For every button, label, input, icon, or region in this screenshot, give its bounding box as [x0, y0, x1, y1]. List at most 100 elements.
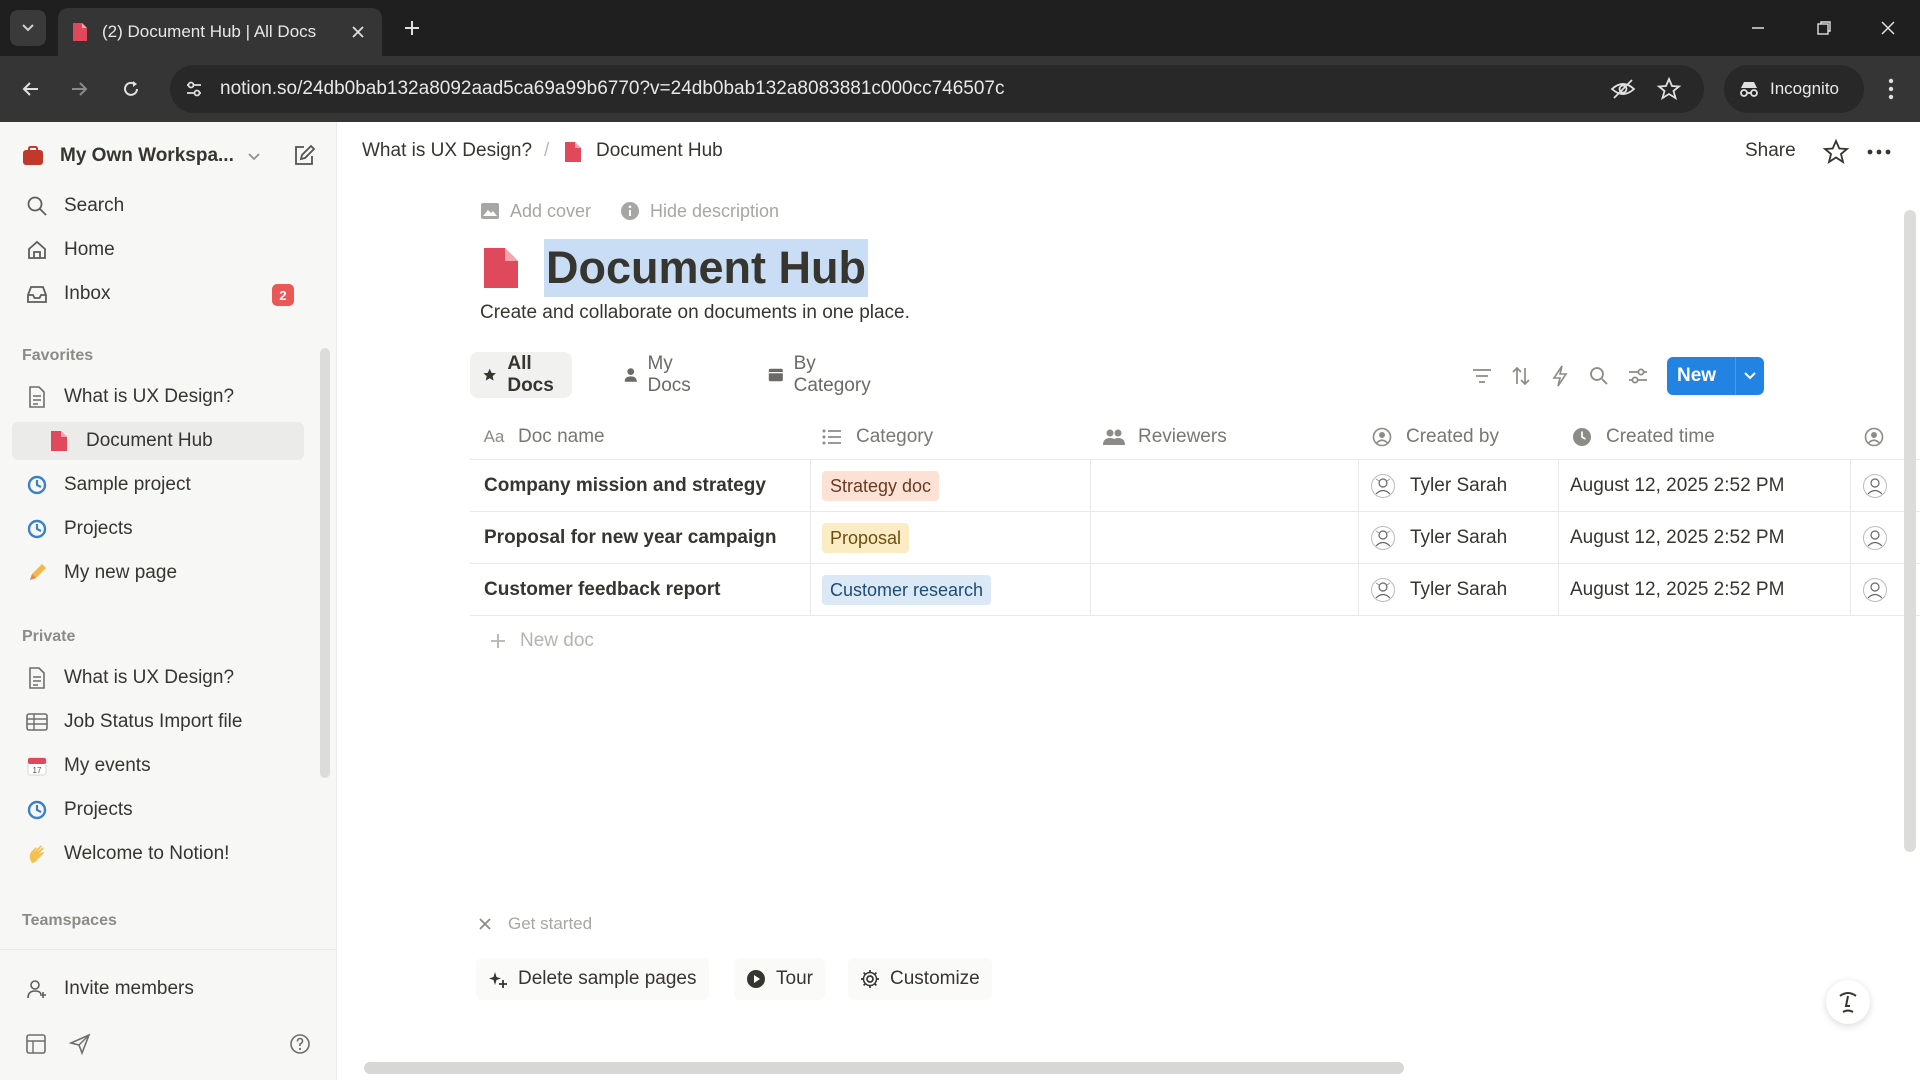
close-tab-icon[interactable]: [348, 22, 368, 42]
sidebar-item-job-status-import-file[interactable]: Job Status Import file: [12, 703, 304, 741]
sort-button[interactable]: [1507, 362, 1535, 390]
sidebar-item-home[interactable]: Home: [12, 231, 304, 269]
sidebar-item-projects[interactable]: Projects: [12, 510, 304, 548]
filter-button[interactable]: [1468, 362, 1496, 390]
sidebar-item-inbox[interactable]: Inbox 2: [12, 275, 304, 313]
column-header-doc-name[interactable]: Aa Doc name: [482, 414, 605, 460]
doc-name-cell[interactable]: Proposal for new year campaign: [484, 512, 776, 564]
help-button[interactable]: [286, 1030, 314, 1058]
send-feedback-button[interactable]: [66, 1030, 94, 1058]
templates-button[interactable]: [22, 1030, 50, 1058]
sidebar-item-welcome-to-notion[interactable]: Welcome to Notion!: [12, 835, 304, 873]
sidebar-item-document-hub[interactable]: Document Hub: [12, 422, 304, 460]
forward-button[interactable]: [62, 72, 96, 106]
project-icon: [24, 797, 50, 823]
sidebar-item-projects-private[interactable]: Projects: [12, 791, 304, 829]
created-by-cell[interactable]: Tyler Sarah: [1370, 564, 1507, 616]
new-tab-button[interactable]: [398, 14, 426, 42]
sidebar-item-what-is-ux-design[interactable]: What is UX Design?: [12, 378, 304, 416]
minimize-button[interactable]: [1738, 12, 1778, 44]
table-icon: [24, 709, 50, 735]
page-title[interactable]: Document Hub: [544, 239, 868, 297]
table-row[interactable]: Proposal for new year campaign Proposal …: [470, 512, 1920, 564]
tab-all-docs[interactable]: All Docs: [470, 352, 573, 398]
category-cell[interactable]: Proposal: [822, 512, 910, 564]
category-cell[interactable]: Strategy doc: [822, 460, 940, 512]
customize-button[interactable]: Customize: [848, 958, 992, 1000]
sidebar-item-what-is-ux-design-private[interactable]: What is UX Design?: [12, 659, 304, 697]
document-hub-icon[interactable]: [480, 244, 522, 292]
sidebar-item-my-new-page[interactable]: My new page: [12, 554, 304, 592]
back-button[interactable]: [14, 72, 48, 106]
created-time-cell[interactable]: August 12, 2025 2:52 PM: [1570, 564, 1784, 616]
extra-cell[interactable]: [1862, 564, 1902, 616]
ai-face-icon: [1839, 992, 1857, 1013]
page-more-button[interactable]: [1864, 138, 1894, 166]
sidebar-item-label: Projects: [64, 518, 133, 539]
sidebar-item-my-events[interactable]: 17 My events: [12, 747, 304, 785]
hide-description-button[interactable]: Hide description: [620, 198, 779, 224]
view-settings-button[interactable]: [1624, 362, 1652, 390]
new-options-button[interactable]: [1736, 357, 1764, 395]
share-button[interactable]: Share: [1745, 140, 1796, 162]
invite-members-button[interactable]: Invite members: [12, 970, 304, 1008]
new-doc-row-button[interactable]: New doc: [490, 630, 594, 652]
doc-name-cell[interactable]: Customer feedback report: [484, 564, 721, 616]
bookmark-star-icon[interactable]: [1656, 77, 1682, 101]
sidebar-item-search[interactable]: Search: [12, 187, 304, 225]
tab-my-docs[interactable]: My Docs: [612, 352, 709, 398]
tab-search-button[interactable]: [10, 10, 46, 46]
category-cell[interactable]: Customer research: [822, 564, 992, 616]
created-by-cell[interactable]: Tyler Sarah: [1370, 512, 1507, 564]
tab-by-category[interactable]: By Category: [756, 352, 887, 398]
extra-cell[interactable]: [1862, 460, 1902, 512]
new-button[interactable]: New: [1667, 357, 1764, 395]
private-header[interactable]: Private: [22, 628, 75, 646]
doc-name-cell[interactable]: Company mission and strategy: [484, 460, 766, 512]
breadcrumb-item-current[interactable]: Document Hub: [596, 140, 723, 162]
favorites-header[interactable]: Favorites: [22, 347, 93, 365]
teamspaces-header[interactable]: Teamspaces: [22, 912, 117, 930]
table-row[interactable]: Customer feedback report Customer resear…: [470, 564, 1920, 616]
favorite-star-icon[interactable]: [1822, 138, 1850, 166]
close-icon[interactable]: [478, 917, 492, 931]
column-header-more[interactable]: [1862, 414, 1886, 460]
sidebar-item-sample-project[interactable]: Sample project: [12, 466, 304, 504]
sidebar-scrollbar[interactable]: [320, 348, 330, 778]
send-icon: [69, 1033, 91, 1055]
incognito-indicator[interactable]: Incognito: [1724, 65, 1864, 113]
address-bar[interactable]: notion.so/24db0bab132a8092aad5ca69a99b67…: [170, 65, 1704, 113]
column-header-created-by[interactable]: Created by: [1370, 414, 1499, 460]
close-window-button[interactable]: [1868, 12, 1908, 44]
delete-sample-pages-button[interactable]: Delete sample pages: [476, 958, 709, 1000]
add-cover-button[interactable]: Add cover: [480, 198, 591, 224]
sidebar-item-label: My new page: [64, 562, 178, 583]
restore-button[interactable]: [1804, 12, 1844, 44]
browser-tab[interactable]: (2) Document Hub | All Docs: [58, 8, 382, 56]
column-header-reviewers[interactable]: Reviewers: [1102, 414, 1227, 460]
workspace-switcher[interactable]: My Own Workspa...: [22, 139, 262, 173]
horizontal-scrollbar[interactable]: [364, 1062, 1404, 1074]
page-scrollbar[interactable]: [1904, 210, 1916, 852]
sidebar-item-label: Job Status Import file: [64, 711, 243, 732]
tour-button[interactable]: Tour: [734, 958, 825, 1000]
created-time-cell[interactable]: August 12, 2025 2:52 PM: [1570, 512, 1784, 564]
search-database-button[interactable]: [1585, 362, 1613, 390]
created-time-cell[interactable]: August 12, 2025 2:52 PM: [1570, 460, 1784, 512]
reload-button[interactable]: [114, 72, 148, 106]
column-header-category[interactable]: Category: [820, 414, 933, 460]
notion-ai-button[interactable]: [1826, 980, 1870, 1024]
browser-menu-button[interactable]: [1876, 72, 1906, 106]
table-row[interactable]: Company mission and strategy Strategy do…: [470, 460, 1920, 512]
column-header-created-time[interactable]: Created time: [1570, 414, 1715, 460]
extra-cell[interactable]: [1862, 512, 1902, 564]
automation-button[interactable]: [1546, 362, 1574, 390]
new-button-label[interactable]: New: [1667, 365, 1735, 387]
pencil-icon: [24, 560, 50, 586]
site-settings-icon[interactable]: [180, 75, 208, 103]
page-description[interactable]: Create and collaborate on documents in o…: [480, 302, 910, 324]
tracking-protection-icon[interactable]: [1610, 77, 1636, 101]
new-page-button[interactable]: [288, 140, 320, 172]
breadcrumb-item[interactable]: What is UX Design?: [362, 140, 532, 162]
created-by-cell[interactable]: Tyler Sarah: [1370, 460, 1507, 512]
